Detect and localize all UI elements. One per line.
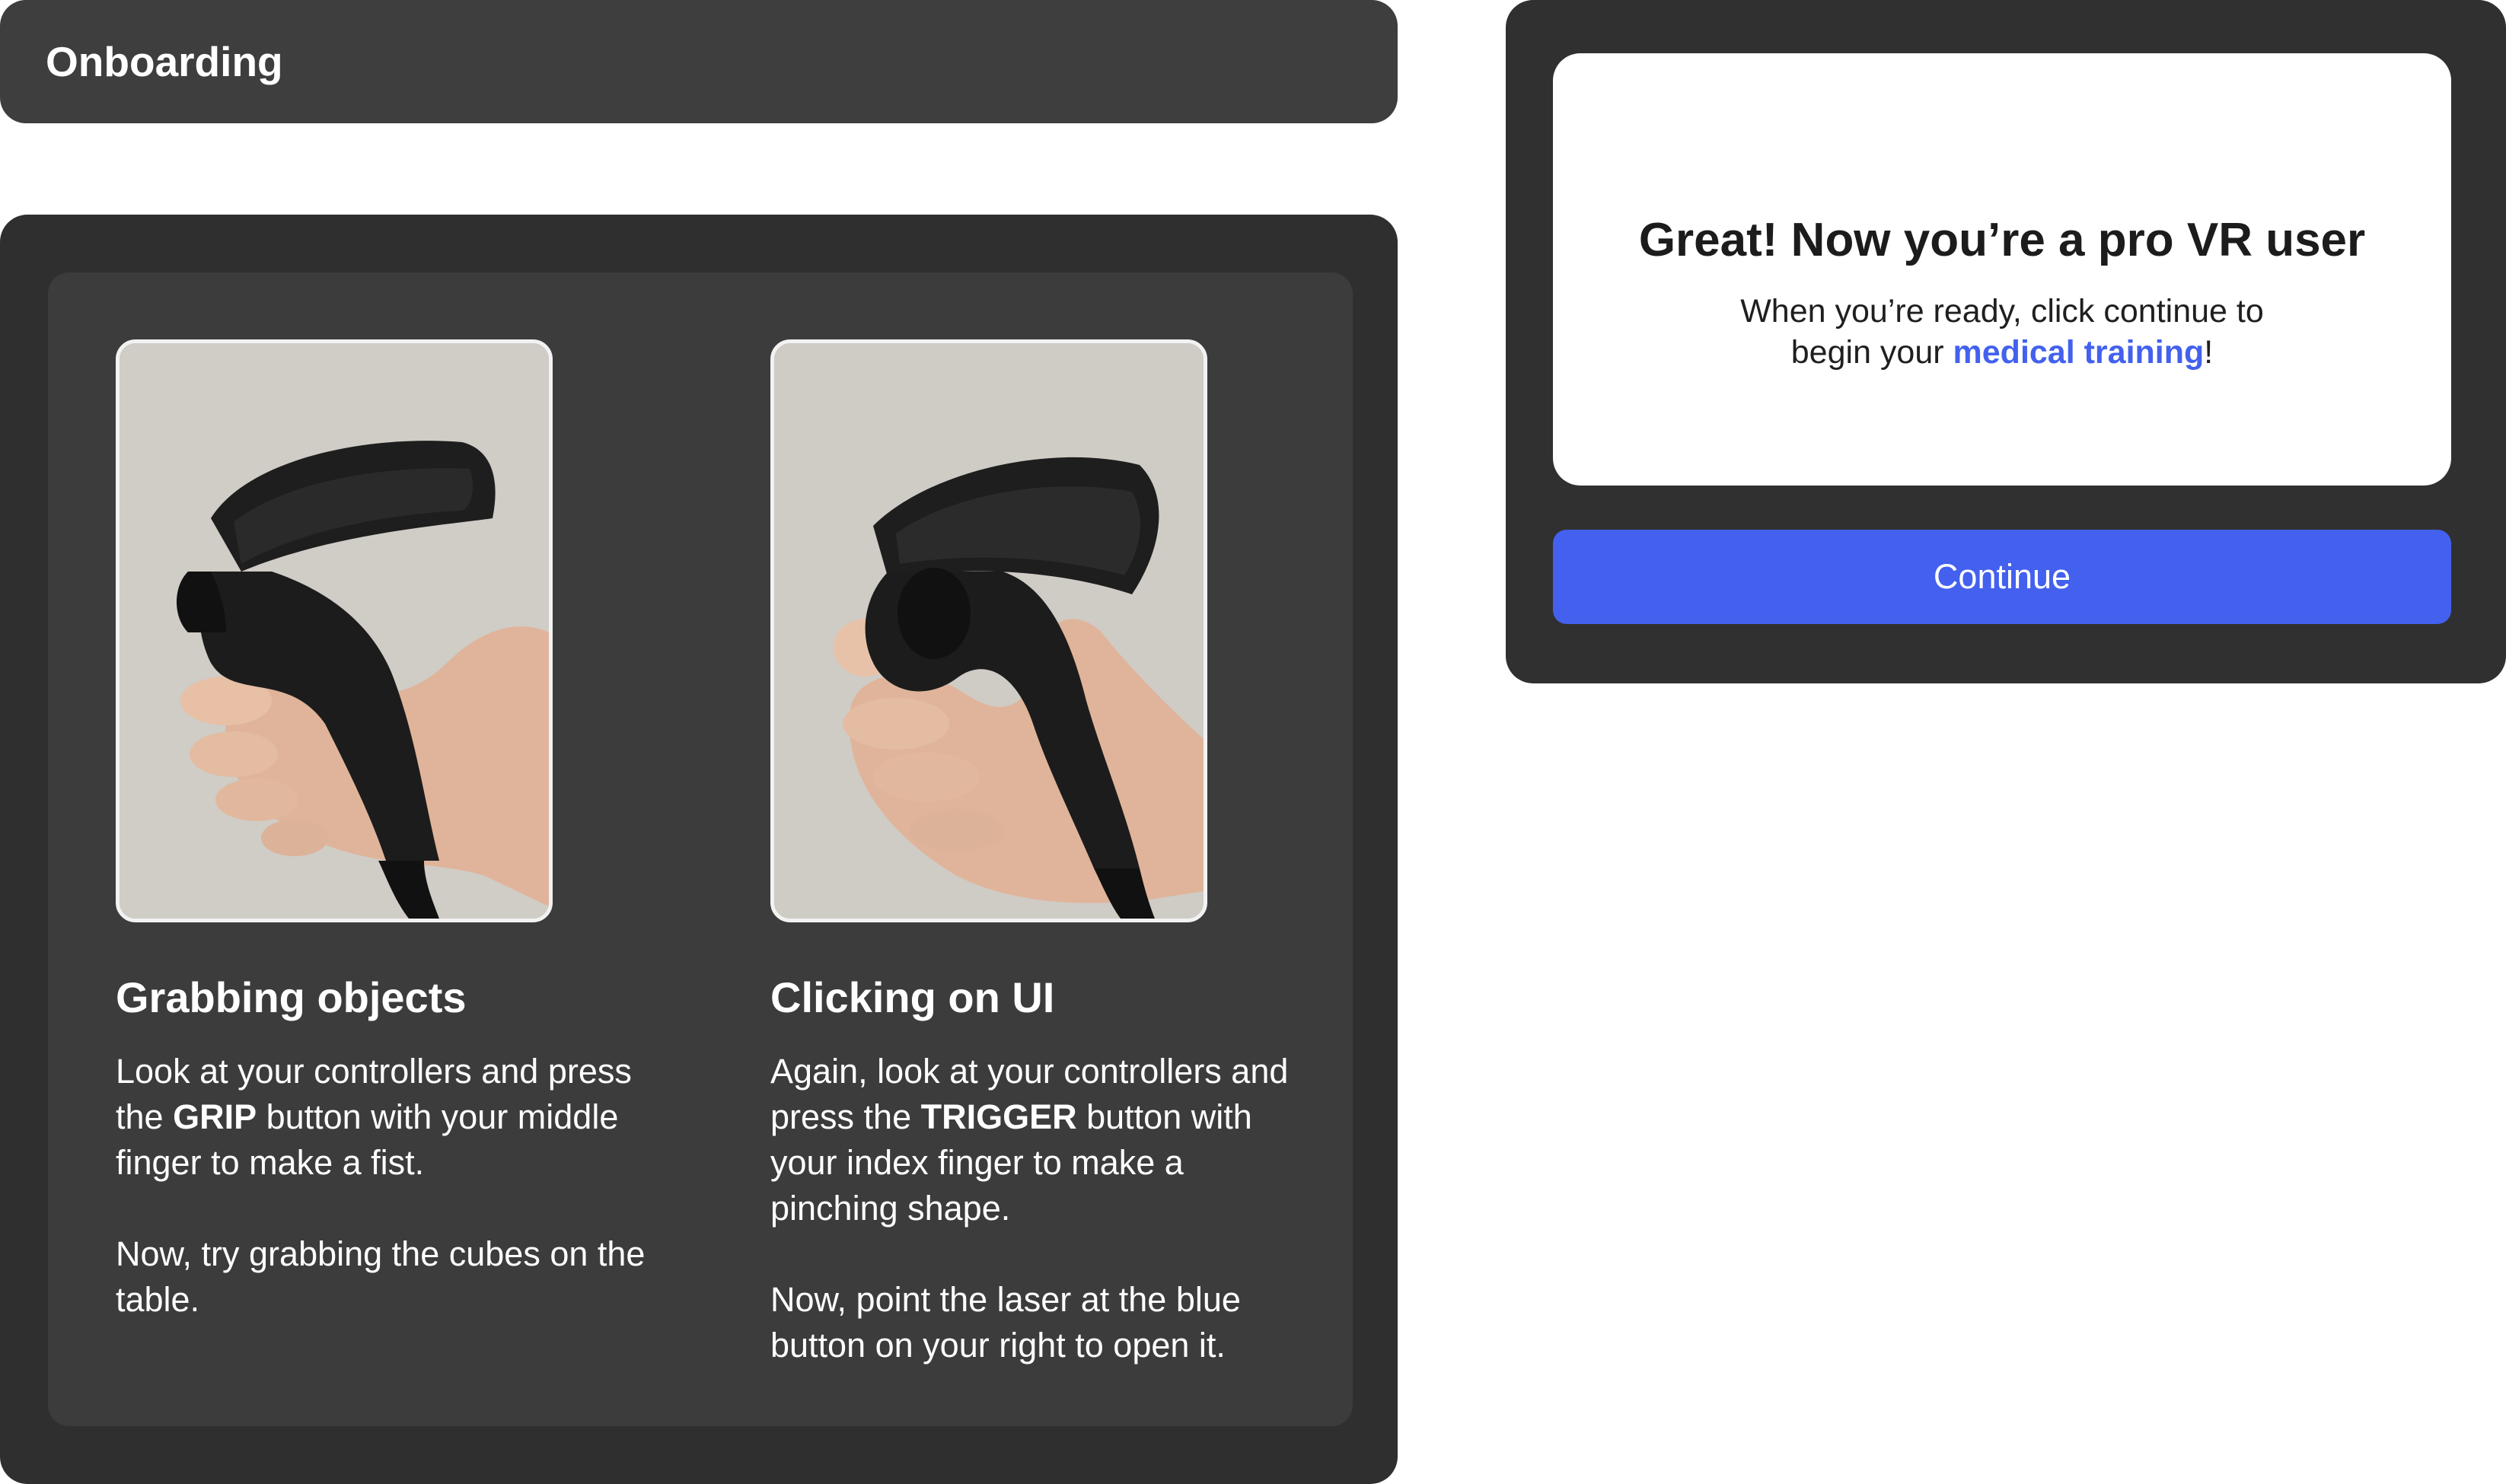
dialog-message-line-1: When you’re ready, click continue to <box>1740 293 2264 330</box>
card-task-text: Now, try grabbing the cubes on the table… <box>116 1234 646 1319</box>
card-task-text: Now, point the laser at the blue button … <box>770 1280 1241 1365</box>
completion-message-card: Great! Now you’re a pro VR user When you… <box>1553 53 2451 486</box>
clicking-on-ui-card: Clicking on UI Again, look at your contr… <box>770 272 1303 1426</box>
card-instruction-text: Again, look at your controllers and pres… <box>770 1052 1289 1228</box>
card-instruction-text: Look at your controllers and press the G… <box>116 1052 632 1182</box>
dialog-message: When you’re ready, click continue to beg… <box>1553 291 2451 373</box>
completion-dialog-panel: Great! Now you’re a pro VR user When you… <box>1506 0 2506 683</box>
card-description: Again, look at your controllers and pres… <box>770 1049 1318 1368</box>
card-description: Look at your controllers and press the G… <box>116 1049 664 1323</box>
card-title: Clicking on UI <box>770 973 1055 1021</box>
card-title: Grabbing objects <box>116 973 467 1021</box>
onboarding-panel: Grabbing objects Look at your controller… <box>0 215 1398 1484</box>
grabbing-objects-card: Grabbing objects Look at your controller… <box>116 272 649 1426</box>
trigger-controller-photo <box>770 339 1207 922</box>
page-title: Onboarding <box>46 38 283 85</box>
dialog-title: Great! Now you’re a pro VR user <box>1638 214 2366 266</box>
grip-keyword: GRIP <box>173 1097 257 1136</box>
trigger-keyword: TRIGGER <box>920 1097 1077 1136</box>
dialog-message-line-2: begin your medical training! <box>1790 334 2214 371</box>
header-bar: Onboarding <box>0 0 1398 123</box>
grip-controller-photo <box>116 339 553 922</box>
medical-training-highlight: medical training <box>1953 334 2205 371</box>
onboarding-content: Grabbing objects Look at your controller… <box>48 272 1353 1426</box>
continue-button[interactable]: Continue <box>1553 530 2451 624</box>
